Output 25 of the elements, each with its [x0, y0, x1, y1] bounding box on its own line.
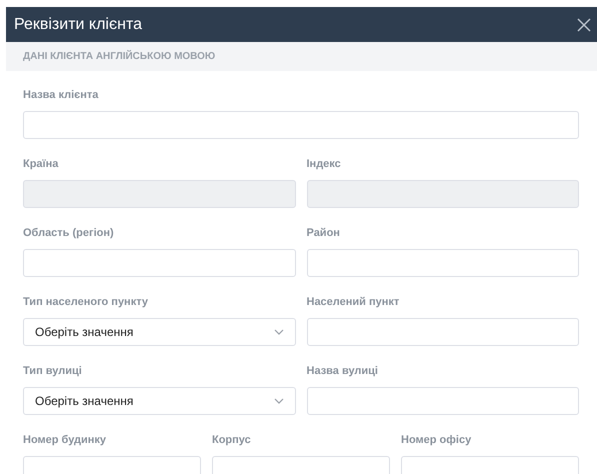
select-field[interactable]: Оберіть значення — [23, 318, 296, 346]
field-label: Корпус — [212, 433, 251, 448]
field-label: Область (регіон) — [23, 226, 114, 242]
close-button[interactable] — [575, 16, 593, 34]
field-label: Тип вулиці — [23, 364, 82, 380]
field-label: Район — [306, 226, 340, 242]
input-field[interactable] — [306, 318, 579, 346]
field-label: Населений пункт — [306, 295, 400, 310]
input-field[interactable] — [306, 249, 579, 277]
input-field[interactable] — [23, 249, 296, 277]
section-title: ДАНІ КЛІЄНТА АНГЛІЙСЬКОЮ МОВОЮ — [23, 49, 216, 64]
field-label: Назва клієнта — [23, 88, 98, 104]
field-label: Назва вулиці — [306, 364, 378, 380]
chevron-down-icon — [274, 398, 284, 404]
select-field[interactable]: Оберіть значення — [23, 387, 296, 415]
field-label: Індекс — [306, 157, 341, 172]
close-icon — [577, 18, 591, 32]
chevron-down-icon — [274, 329, 284, 335]
field-label: Країна — [23, 157, 58, 172]
field-label: Тип населеного пункту — [23, 295, 148, 310]
window-title: Реквізити клієнта — [14, 14, 142, 34]
field-label: Номер офісу — [401, 433, 472, 448]
input-field[interactable] — [306, 387, 579, 415]
field-label: Номер будинку — [23, 433, 106, 448]
input-field[interactable] — [23, 111, 579, 139]
